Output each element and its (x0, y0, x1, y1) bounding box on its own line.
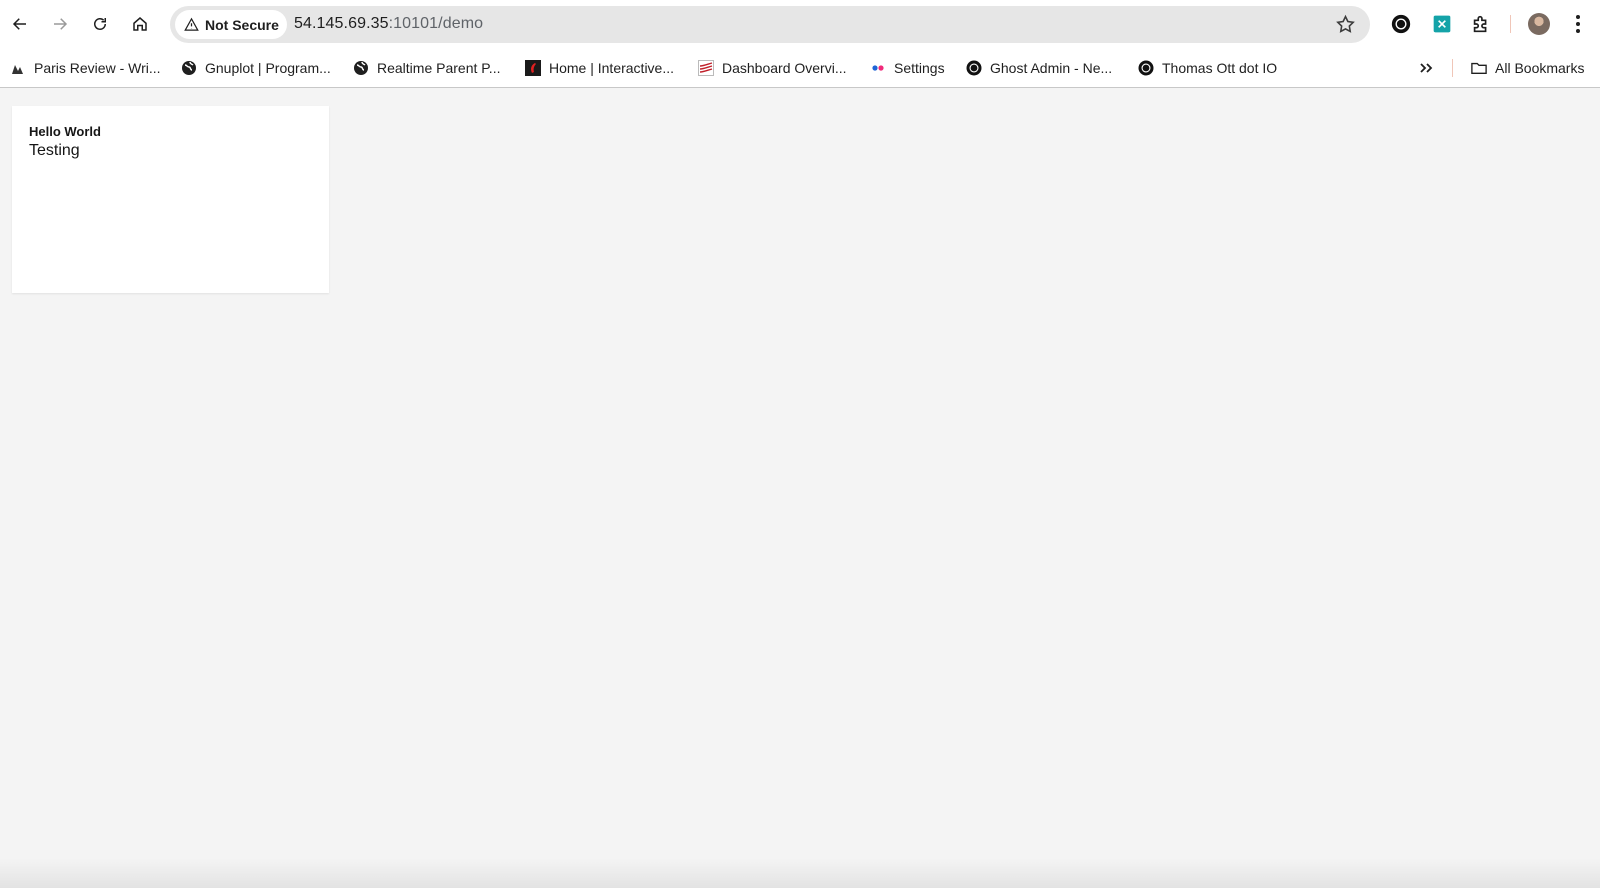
bookmarks-bar: Paris Review - Wri... Gnuplot | Program.… (0, 48, 1600, 88)
url-host: 54.145.69.35 (294, 15, 389, 32)
interactive-icon (525, 60, 541, 76)
arrow-left-icon (12, 18, 26, 30)
home-icon (133, 17, 147, 31)
star-icon[interactable] (1335, 14, 1356, 35)
globe-icon (181, 60, 197, 76)
bookmark-item[interactable]: Dashboard Overvi... (698, 57, 847, 79)
content-card: Hello World Testing (12, 106, 329, 293)
dashboard-icon (698, 60, 714, 76)
page-content: Hello World Testing (0, 89, 1600, 888)
bookmark-item[interactable]: Home | Interactive... (525, 57, 674, 79)
all-bookmarks-label: All Bookmarks (1495, 60, 1585, 76)
bookmark-item[interactable]: Ghost Admin - Ne... (966, 57, 1112, 79)
bookmark-item[interactable]: Settings (870, 57, 945, 79)
ghost-icon (966, 60, 982, 76)
bookmark-label: Dashboard Overvi... (722, 60, 847, 76)
forward-button[interactable] (44, 8, 76, 40)
bookmark-item[interactable]: Thomas Ott dot IO (1138, 57, 1277, 79)
teal-extension-icon[interactable] (1431, 13, 1453, 35)
security-label: Not Secure (205, 16, 279, 33)
double-chevron-right-icon (1418, 60, 1434, 76)
folder-icon (1471, 60, 1487, 76)
circle-extension-icon[interactable] (1390, 13, 1412, 35)
avatar[interactable] (1528, 13, 1550, 35)
globe-icon (353, 60, 369, 76)
security-indicator[interactable]: Not Secure (175, 10, 287, 39)
bookmark-label: Realtime Parent P... (377, 60, 501, 76)
bookmark-label: Gnuplot | Program... (205, 60, 331, 76)
back-button[interactable] (4, 8, 36, 40)
bookmarks-separator (1452, 59, 1453, 77)
url-path: :10101/demo (388, 15, 484, 32)
bookmark-label: Home | Interactive... (549, 60, 675, 76)
paris-review-icon (10, 60, 26, 76)
home-button[interactable] (124, 8, 156, 40)
bookmark-label: Ghost Admin - Ne... (990, 60, 1113, 76)
card-title: Hello World (29, 124, 101, 139)
bookmark-item[interactable]: Paris Review - Wri... (10, 57, 161, 79)
flickr-icon (870, 60, 886, 76)
more-bookmarks-button[interactable] (1418, 57, 1434, 79)
reload-button[interactable] (84, 8, 116, 40)
bookmark-item[interactable]: Realtime Parent P... (353, 57, 500, 79)
address-bar[interactable]: Not Secure 54.145.69.35:10101/demo (170, 6, 1370, 43)
browser-toolbar: Not Secure 54.145.69.35:10101/demo (0, 0, 1600, 48)
warning-icon (184, 17, 199, 31)
toolbar-separator (1510, 15, 1511, 33)
puzzle-icon[interactable] (1470, 13, 1492, 35)
bottom-shadow (0, 858, 1600, 888)
all-bookmarks-button[interactable]: All Bookmarks (1471, 57, 1584, 79)
bookmark-item[interactable]: Gnuplot | Program... (181, 57, 331, 79)
bookmark-label: Thomas Ott dot IO (1162, 60, 1278, 76)
ghost-icon (1138, 60, 1154, 76)
reload-icon (94, 18, 106, 30)
more-menu-icon[interactable] (1570, 13, 1586, 35)
card-subtitle: Testing (29, 142, 80, 159)
url-text[interactable]: 54.145.69.35:10101/demo (294, 15, 483, 33)
arrow-right-icon (54, 18, 68, 30)
bookmark-label: Paris Review - Wri... (34, 60, 161, 76)
bookmark-label: Settings (894, 60, 945, 76)
